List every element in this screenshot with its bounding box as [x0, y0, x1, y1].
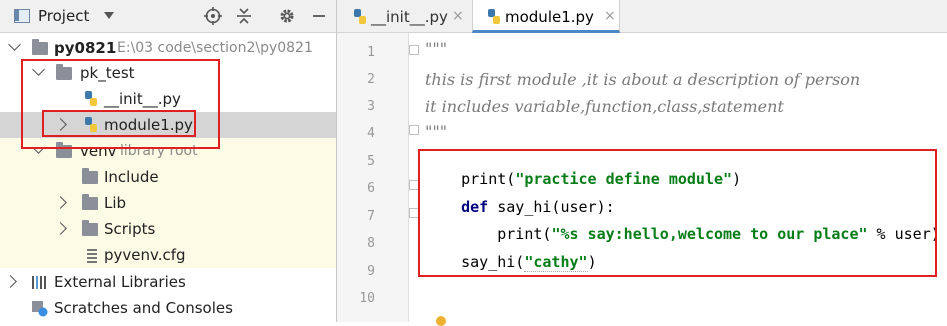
- tree-row-pyvenv[interactable]: pyvenv.cfg: [0, 242, 336, 268]
- line-number: 6: [367, 181, 375, 196]
- code-line-3[interactable]: it includes variable,function,class,stat…: [425, 97, 784, 116]
- python-file-icon: [488, 9, 500, 24]
- line-number: 2: [367, 72, 375, 87]
- tree-item-label: pyvenv.cfg: [104, 246, 186, 264]
- chevron-right-icon[interactable]: [4, 275, 17, 288]
- tree-row-external-libraries[interactable]: External Libraries: [0, 269, 336, 295]
- line-number: 3: [367, 99, 375, 114]
- intention-bulb-icon[interactable]: [436, 316, 446, 326]
- fold-marker-icon[interactable]: [409, 125, 419, 135]
- tree-item-label: Include: [104, 168, 159, 186]
- project-path: E:\03 code\section2\py0821: [117, 40, 313, 56]
- tree-item-label: Scratches and Consoles: [54, 299, 233, 317]
- tree-row-lib[interactable]: Lib: [0, 190, 336, 216]
- line-number-gutter: 1 2 3 4 5 6 7 8 9 10: [337, 33, 409, 322]
- tree-row-scratches[interactable]: Scratches and Consoles: [0, 295, 336, 321]
- close-icon[interactable]: ×: [604, 8, 616, 24]
- gear-icon[interactable]: [277, 6, 297, 26]
- minimize-icon[interactable]: [309, 6, 329, 26]
- chevron-right-icon[interactable]: [54, 222, 67, 235]
- folder-icon: [82, 168, 98, 184]
- chevron-down-icon[interactable]: [8, 38, 21, 51]
- line-number: 5: [367, 154, 375, 169]
- scratches-icon: [32, 301, 48, 317]
- python-file-icon: [354, 9, 366, 24]
- tab-label: __init__.py: [371, 8, 448, 26]
- tab-module-file[interactable]: module1.py ×: [472, 0, 620, 33]
- highlight-box-module: [42, 110, 196, 137]
- tree-row-scripts[interactable]: Scripts: [0, 216, 336, 242]
- tree-item-label: Scripts: [104, 220, 156, 238]
- folder-icon: [32, 39, 48, 55]
- line-number: 8: [367, 236, 375, 251]
- text-file-icon: [87, 249, 97, 263]
- line-number: 1: [367, 45, 375, 60]
- project-view-title[interactable]: Project: [38, 7, 89, 25]
- close-icon[interactable]: ×: [452, 8, 464, 24]
- highlight-box-code: [418, 149, 937, 277]
- chevron-down-icon[interactable]: [104, 12, 114, 19]
- chevron-right-icon[interactable]: [54, 196, 67, 209]
- line-number: 7: [367, 209, 375, 224]
- folder-icon: [82, 194, 98, 210]
- code-line-4[interactable]: """: [425, 122, 447, 141]
- project-panel-header: Project: [0, 0, 336, 33]
- folder-icon: [82, 220, 98, 236]
- collapse-all-icon[interactable]: [234, 6, 254, 26]
- code-line-1[interactable]: """: [425, 39, 447, 58]
- locate-target-icon[interactable]: [203, 6, 223, 26]
- tree-item-label: py0821: [54, 39, 117, 57]
- tree-row-include[interactable]: Include: [0, 164, 336, 190]
- library-icon: [32, 276, 46, 289]
- project-panel: Project py0821 E:\03 code\section2\py082…: [0, 0, 336, 322]
- editor-tab-bar: __init__.py × module1.py ×: [337, 0, 947, 33]
- tab-label: module1.py: [505, 8, 594, 26]
- code-line-2[interactable]: this is first module ,it is about a desc…: [425, 70, 860, 89]
- line-number: 9: [367, 264, 375, 279]
- fold-marker-icon[interactable]: [409, 45, 419, 55]
- tree-item-label: Lib: [104, 194, 127, 212]
- tree-item-label: External Libraries: [54, 273, 186, 291]
- project-view-icon[interactable]: [14, 9, 30, 23]
- editor-panel: __init__.py × module1.py × 1 2 3 4 5 6 7…: [337, 0, 947, 326]
- line-number: 4: [367, 126, 375, 141]
- line-number: 10: [359, 291, 375, 306]
- tree-row-root[interactable]: py0821 E:\03 code\section2\py0821: [0, 35, 336, 61]
- tab-init-file[interactable]: __init__.py ×: [337, 0, 471, 33]
